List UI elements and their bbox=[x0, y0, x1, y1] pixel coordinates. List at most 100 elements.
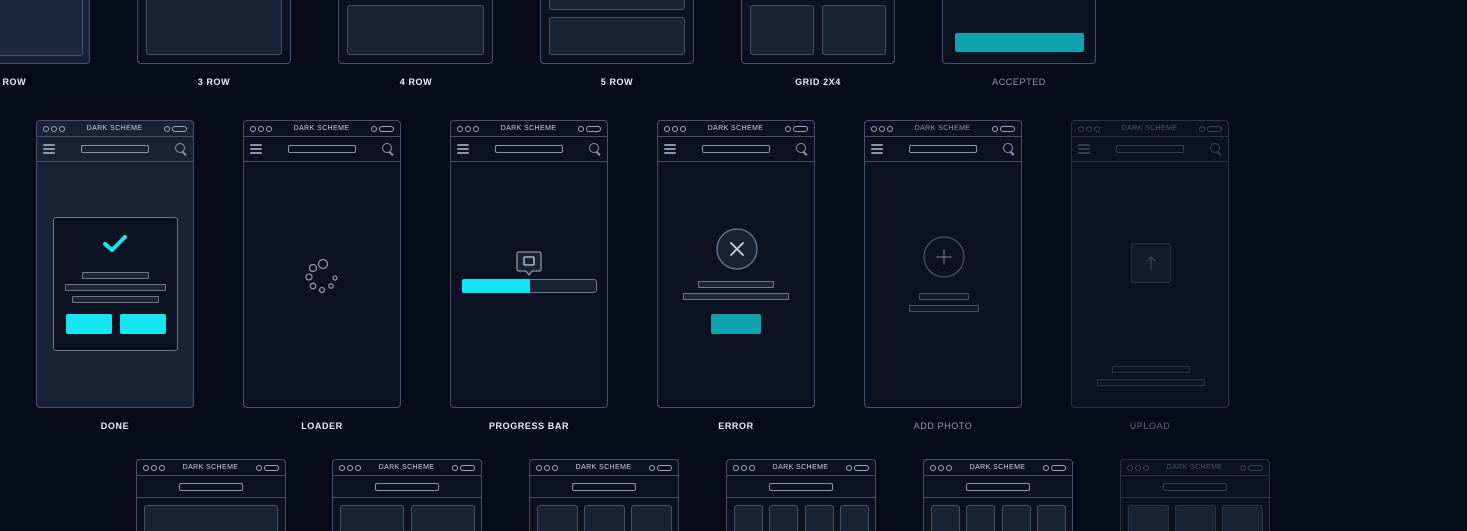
caption-error: ERROR bbox=[718, 421, 754, 431]
menu-icon[interactable] bbox=[871, 144, 883, 154]
window-controls[interactable] bbox=[250, 125, 272, 132]
window-controls[interactable] bbox=[536, 464, 558, 471]
template-bottom-2[interactable]: DARK SCHEME bbox=[332, 459, 482, 531]
window-title: DARK SCHEME bbox=[575, 464, 632, 471]
toggle-controls[interactable] bbox=[992, 125, 1015, 132]
window-controls[interactable] bbox=[339, 464, 361, 471]
template-progress-bar[interactable]: DARK SCHEME bbox=[450, 120, 608, 408]
title-bar: DARK SCHEME bbox=[244, 121, 400, 137]
search-icon[interactable] bbox=[175, 143, 187, 155]
window-title: DARK SCHEME bbox=[1166, 464, 1223, 471]
template-loader[interactable]: DARK SCHEME bbox=[243, 120, 401, 408]
template-bottom-4[interactable]: DARK SCHEME bbox=[726, 459, 876, 531]
menu-icon[interactable] bbox=[664, 144, 676, 154]
window-title: DARK SCHEME bbox=[707, 125, 764, 132]
address-bar[interactable] bbox=[81, 145, 149, 153]
title-bar: DARK SCHEME bbox=[451, 121, 607, 137]
template-2-row[interactable] bbox=[0, 0, 90, 64]
address-bar[interactable] bbox=[1163, 482, 1227, 491]
toggle-controls[interactable] bbox=[1043, 464, 1066, 471]
template-done[interactable]: DARK SCHEME bbox=[36, 120, 194, 408]
address-bar[interactable] bbox=[702, 145, 770, 153]
search-icon[interactable] bbox=[1003, 143, 1015, 155]
search-icon[interactable] bbox=[382, 143, 394, 155]
caption-upload: UPLOAD bbox=[1129, 421, 1171, 431]
nav-bar bbox=[924, 476, 1072, 498]
address-bar[interactable] bbox=[909, 145, 977, 153]
address-bar[interactable] bbox=[495, 145, 563, 153]
window-controls[interactable] bbox=[733, 464, 755, 471]
progress-track[interactable] bbox=[462, 279, 597, 293]
nav-bar bbox=[727, 476, 875, 498]
address-bar[interactable] bbox=[572, 482, 636, 491]
nav-bar bbox=[37, 137, 193, 162]
caption-2-row: 2 ROW bbox=[0, 77, 27, 87]
menu-icon[interactable] bbox=[457, 144, 469, 154]
caption-add-photo: ADD PHOTO bbox=[913, 421, 973, 431]
window-controls[interactable] bbox=[457, 125, 479, 132]
menu-icon[interactable] bbox=[250, 144, 262, 154]
template-error[interactable]: DARK SCHEME bbox=[657, 120, 815, 408]
menu-icon[interactable] bbox=[43, 144, 55, 154]
title-bar: DARK SCHEME bbox=[865, 121, 1021, 137]
error-retry-button[interactable] bbox=[711, 314, 761, 334]
template-upload[interactable]: DARK SCHEME bbox=[1071, 120, 1229, 408]
window-controls[interactable] bbox=[930, 464, 952, 471]
window-title: DARK SCHEME bbox=[772, 464, 829, 471]
address-bar[interactable] bbox=[1116, 145, 1184, 153]
toggle-controls[interactable] bbox=[164, 125, 187, 132]
template-grid-2x4[interactable] bbox=[741, 0, 895, 64]
upload-dropzone[interactable] bbox=[1131, 243, 1171, 283]
template-bottom-1[interactable]: DARK SCHEME bbox=[136, 459, 286, 531]
accept-button[interactable] bbox=[955, 33, 1084, 52]
title-bar: DARK SCHEME bbox=[530, 460, 678, 476]
plus-icon[interactable] bbox=[922, 235, 966, 279]
progress-fill bbox=[462, 279, 530, 293]
checkmark-icon bbox=[103, 235, 127, 252]
done-primary-button[interactable] bbox=[66, 314, 112, 334]
menu-icon[interactable] bbox=[1078, 144, 1090, 154]
toggle-controls[interactable] bbox=[452, 464, 475, 471]
title-bar: DARK SCHEME bbox=[37, 121, 193, 137]
toggle-controls[interactable] bbox=[785, 125, 808, 132]
title-bar: DARK SCHEME bbox=[1072, 121, 1228, 137]
toggle-controls[interactable] bbox=[1199, 125, 1222, 132]
address-bar[interactable] bbox=[375, 482, 439, 491]
template-accepted[interactable] bbox=[942, 0, 1096, 64]
title-bar: DARK SCHEME bbox=[137, 460, 285, 476]
address-bar[interactable] bbox=[769, 482, 833, 491]
template-bottom-3[interactable]: DARK SCHEME bbox=[529, 459, 679, 531]
close-icon bbox=[716, 228, 758, 270]
address-bar[interactable] bbox=[966, 482, 1030, 491]
window-controls[interactable] bbox=[664, 125, 686, 132]
template-bottom-6[interactable]: DARK SCHEME bbox=[1120, 459, 1270, 531]
template-4-row[interactable] bbox=[338, 0, 493, 64]
toggle-controls[interactable] bbox=[578, 125, 601, 132]
done-dialog bbox=[53, 217, 178, 351]
template-5-row[interactable] bbox=[540, 0, 694, 64]
toggle-controls[interactable] bbox=[256, 464, 279, 471]
template-bottom-5[interactable]: DARK SCHEME bbox=[923, 459, 1073, 531]
nav-bar bbox=[333, 476, 481, 498]
window-controls[interactable] bbox=[871, 125, 893, 132]
address-bar[interactable] bbox=[179, 482, 243, 491]
search-icon[interactable] bbox=[589, 143, 601, 155]
caption-done: DONE bbox=[100, 421, 130, 431]
toggle-controls[interactable] bbox=[649, 464, 672, 471]
window-controls[interactable] bbox=[43, 125, 65, 132]
toggle-controls[interactable] bbox=[371, 125, 394, 132]
window-controls[interactable] bbox=[1078, 125, 1100, 132]
nav-bar bbox=[137, 476, 285, 498]
template-add-photo[interactable]: DARK SCHEME bbox=[864, 120, 1022, 408]
toggle-controls[interactable] bbox=[1240, 464, 1263, 471]
window-controls[interactable] bbox=[143, 464, 165, 471]
caption-progress-bar: PROGRESS BAR bbox=[488, 421, 570, 431]
window-title: DARK SCHEME bbox=[500, 125, 557, 132]
window-controls[interactable] bbox=[1127, 464, 1149, 471]
search-icon[interactable] bbox=[1210, 143, 1222, 155]
search-icon[interactable] bbox=[796, 143, 808, 155]
template-3-row[interactable] bbox=[137, 0, 291, 64]
toggle-controls[interactable] bbox=[846, 464, 869, 471]
done-secondary-button[interactable] bbox=[120, 314, 166, 334]
address-bar[interactable] bbox=[288, 145, 356, 153]
